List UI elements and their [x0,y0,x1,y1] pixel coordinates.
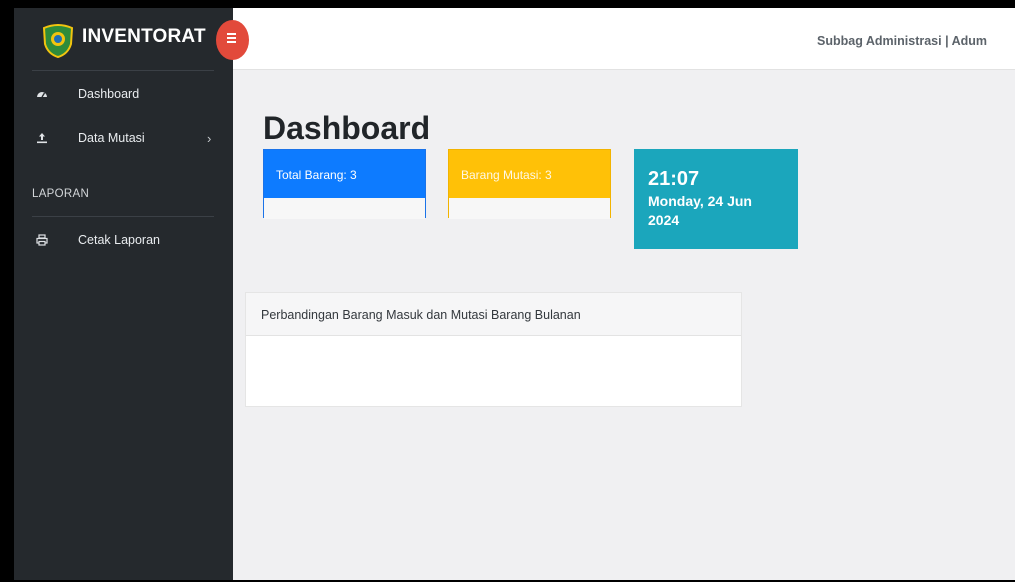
chart-area [246,336,741,406]
total-barang-card[interactable]: Total Barang: 3 [263,149,426,219]
card-footer[interactable] [264,198,425,219]
gauge-icon [36,88,48,100]
brand-title: INVENTORAT [82,26,206,47]
sidebar-item-label: Dashboard [78,87,140,101]
page-title: Dashboard [263,110,431,146]
sidebar-item-data-mutasi[interactable]: Data Mutasi › [14,123,233,153]
barang-mutasi-card[interactable]: Barang Mutasi: 3 [448,149,611,219]
chart-panel: Perbandingan Barang Masuk dan Mutasi Bar… [245,292,742,407]
card-label: Barang Mutasi: 3 [449,150,610,198]
upload-icon [36,132,48,144]
sidebar-item-cetak-laporan[interactable]: Cetak Laporan [14,225,233,255]
emblem-shield-icon [42,24,74,58]
sidebar-toggle-button[interactable] [216,20,249,60]
topbar: Subbag Administrasi | Adum [233,8,1015,70]
panel-title: Perbandingan Barang Masuk dan Mutasi Bar… [246,293,741,336]
chevron-right-icon: › [207,130,212,146]
sidebar-section-heading: LAPORAN [32,188,90,200]
card-label: Total Barang: 3 [264,150,425,198]
clock-time: 21:07 [648,168,700,190]
sidebar-item-label: Data Mutasi [78,131,145,145]
sidebar-item-label: Cetak Laporan [78,233,161,247]
divider [32,70,214,71]
brand[interactable]: INVENTORAT [14,8,233,70]
app-window: INVENTORAT Dashboard Data Mutasi › LAPOR… [14,8,1015,580]
divider [32,216,214,217]
sidebar-item-dashboard[interactable]: Dashboard [14,79,233,109]
print-icon [36,234,48,246]
card-footer[interactable] [449,198,610,219]
clock-date: Monday, 24 Jun 2024 [648,193,752,228]
sidebar: INVENTORAT Dashboard Data Mutasi › LAPOR… [14,8,233,580]
user-menu[interactable]: Subbag Administrasi | Adum [817,34,987,48]
clock-widget: 21:07 Monday, 24 Jun 2024 [634,149,798,249]
